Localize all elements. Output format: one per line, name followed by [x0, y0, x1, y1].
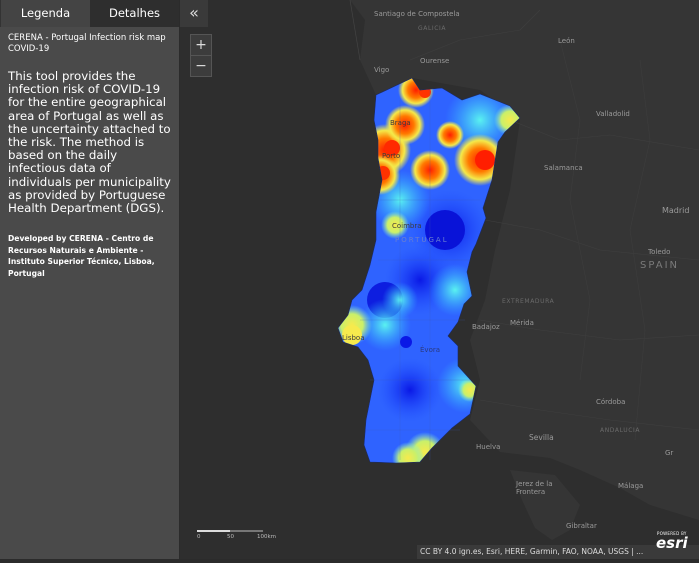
- country-label: SPAIN: [640, 260, 680, 271]
- city-label: Valladolid: [596, 110, 630, 118]
- city-label: Badajoz: [472, 323, 500, 331]
- city-label: Vigo: [374, 66, 390, 74]
- city-label: Jerez de la Frontera: [516, 480, 553, 496]
- city-label: Gr: [665, 449, 674, 457]
- map-view[interactable]: Santiago de Compostela GALICIA León Vigo…: [180, 0, 699, 559]
- esri-logo[interactable]: POWERED BY esri: [656, 531, 688, 552]
- city-label: Mérida: [510, 319, 534, 327]
- map-title: CERENA - Portugal Infection risk map COV…: [8, 33, 166, 54]
- region-label: GALICIA: [418, 25, 447, 32]
- scale-label: 0: [197, 534, 201, 540]
- city-label: León: [558, 37, 575, 45]
- city-label: Gibraltar: [566, 522, 597, 530]
- panel-content: CERENA - Portugal Infection risk map COV…: [0, 27, 179, 280]
- city-label: Huelva: [476, 443, 501, 451]
- scale-label: 50: [227, 534, 234, 540]
- scale-segment: [197, 530, 230, 532]
- country-label: PORTUGAL: [395, 236, 449, 244]
- city-label: Lisboa: [342, 334, 365, 342]
- city-label: Madrid: [662, 206, 690, 215]
- city-label: Braga: [390, 119, 411, 127]
- city-label: Évora: [420, 346, 441, 354]
- map-description: This tool provides the infection risk of…: [8, 69, 171, 216]
- panel-tabs: Legenda Detalhes: [0, 0, 179, 27]
- zoom-control: + −: [190, 34, 212, 77]
- city-label: Ourense: [420, 57, 450, 65]
- city-label: Sevilla: [529, 433, 554, 442]
- zoom-out-button[interactable]: −: [191, 55, 211, 76]
- basemap: [180, 0, 699, 559]
- scale-label: 100km: [257, 534, 277, 540]
- chevrons-left-icon: «: [189, 3, 199, 22]
- region-label: ANDALUCIA: [600, 427, 641, 434]
- tab-legenda[interactable]: Legenda: [0, 0, 90, 27]
- tab-detalhes[interactable]: Detalhes: [90, 0, 179, 27]
- city-label: Toledo: [648, 248, 671, 256]
- city-label: Córdoba: [596, 398, 626, 406]
- details-panel: Legenda Detalhes CERENA - Portugal Infec…: [0, 0, 179, 559]
- scale-segment: [230, 530, 263, 532]
- zoom-in-button[interactable]: +: [191, 35, 211, 55]
- city-label: Porto: [382, 152, 401, 160]
- collapse-panel-button[interactable]: «: [180, 0, 208, 27]
- city-label: Coimbra: [392, 222, 422, 230]
- city-label: Málaga: [618, 482, 644, 490]
- city-label: Santiago de Compostela: [374, 10, 460, 18]
- credits-text: Developed by CERENA - Centro de Recursos…: [8, 234, 155, 279]
- esri-wordmark: esri: [656, 534, 688, 552]
- city-label: Salamanca: [544, 164, 583, 172]
- region-label: EXTREMADURA: [502, 298, 555, 305]
